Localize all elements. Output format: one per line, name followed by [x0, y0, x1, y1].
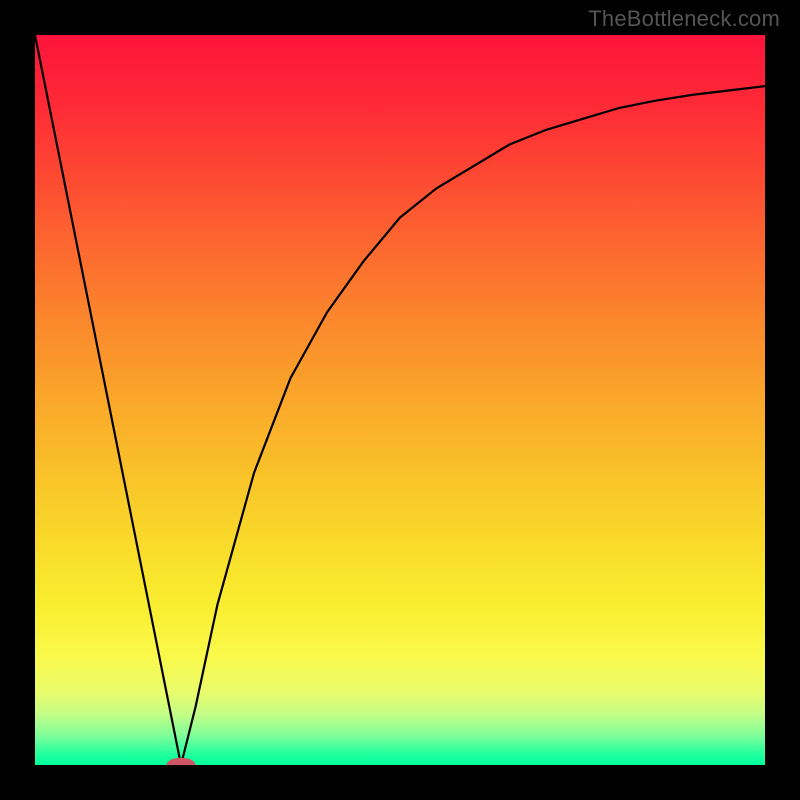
chart-background: [35, 35, 765, 765]
chart-svg: [35, 35, 765, 765]
watermark-label: TheBottleneck.com: [588, 6, 780, 32]
plot-area: [35, 35, 765, 765]
